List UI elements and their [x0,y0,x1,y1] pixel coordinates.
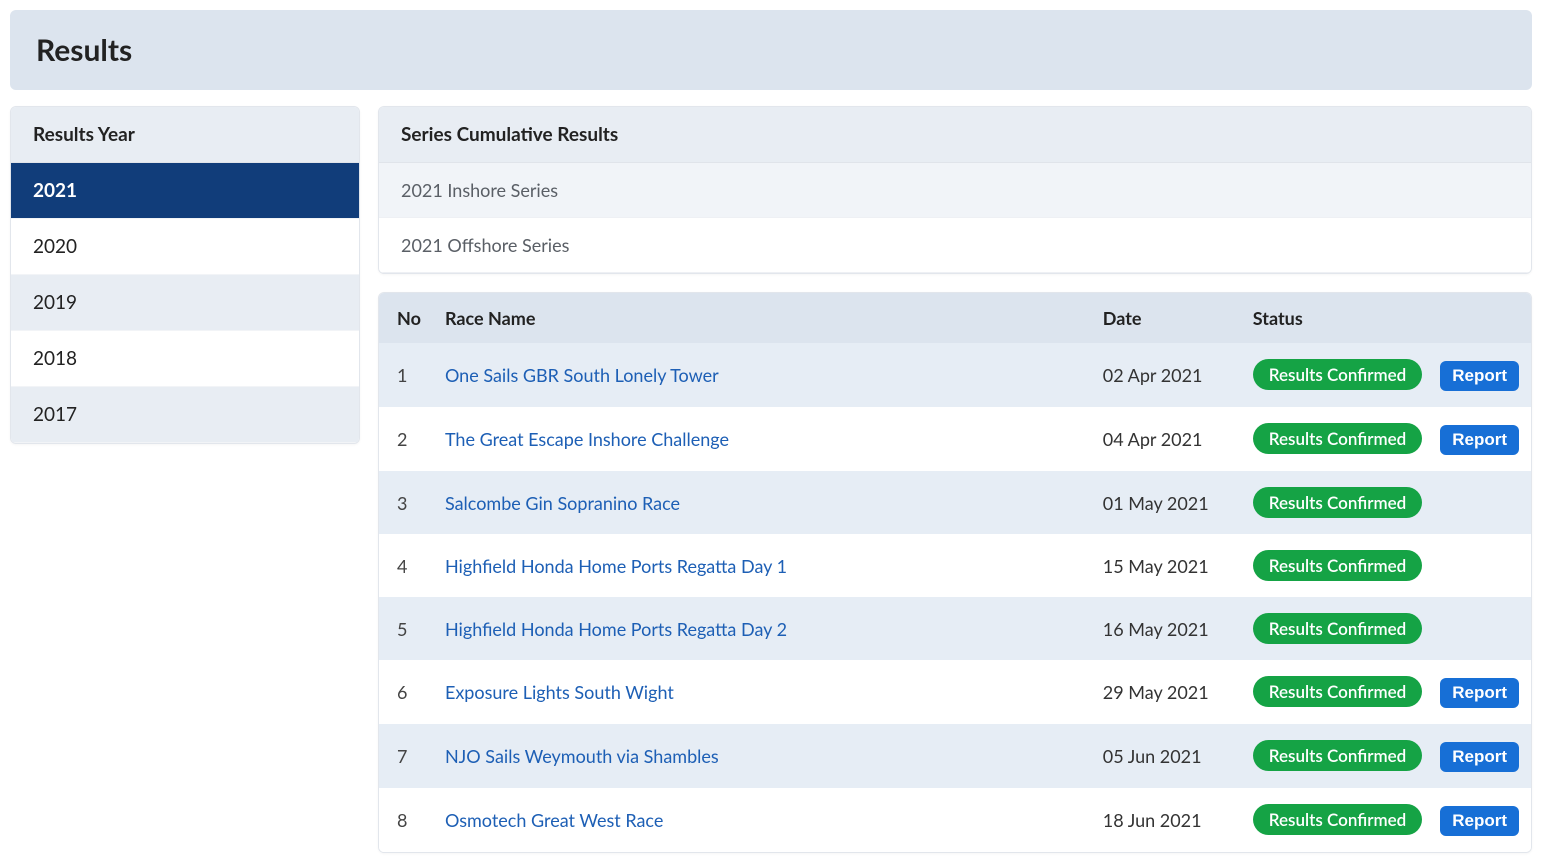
cell-no: 1 [379,343,433,407]
cell-no: 2 [379,407,433,471]
series-item[interactable]: 2021 Inshore Series [379,163,1531,218]
sidebar-year-item[interactable]: 2020 [11,219,359,275]
page-header: Results [10,10,1532,90]
cell-date: 05 Jun 2021 [1091,724,1241,788]
cell-race-name: The Great Escape Inshore Challenge [433,407,1091,471]
report-button[interactable]: Report [1440,742,1519,772]
table-row: 8Osmotech Great West Race18 Jun 2021Resu… [379,788,1531,852]
col-header-no: No [379,293,433,343]
cell-date: 01 May 2021 [1091,471,1241,534]
cell-date: 29 May 2021 [1091,660,1241,724]
table-row: 1 One Sails GBR South Lonely Tower 02 Apr … [379,343,1531,407]
table-header-row: No Race Name Date Status [379,293,1531,343]
cell-no: 6 [379,660,433,724]
cell-no: 3 [379,471,433,534]
year-list: 20212020201920182017 [11,163,359,443]
sidebar-year-item[interactable]: 2021 [11,163,359,219]
cell-race-name: Highfield Honda Home Ports Regatta Day 2 [433,597,1091,660]
cell-status: Results Confirmed Report [1241,407,1531,471]
page-title: Results [36,32,1506,68]
table-row: 4 Highfield Honda Home Ports Regatta Day … [379,534,1531,597]
table-row: 6Exposure Lights South Wight29 May 2021R… [379,660,1531,724]
cell-no: 8 [379,788,433,852]
cell-date: 04 Apr 2021 [1091,407,1241,471]
races-panel: No Race Name Date Status 1 One Sails GBR … [378,292,1532,853]
cell-status: Results Confirmed Report [1241,724,1531,788]
report-button[interactable]: Report [1440,361,1519,391]
series-item[interactable]: 2021 Offshore Series [379,218,1531,273]
race-link[interactable]: Osmotech Great West Race [445,809,663,831]
main-column: Series Cumulative Results 2021 Inshore S… [378,106,1532,853]
series-panel-title: Series Cumulative Results [379,107,1531,163]
status-badge: Results Confirmed [1253,740,1422,771]
results-year-sidebar: Results Year 20212020201920182017 [10,106,360,444]
cell-race-name: Exposure Lights South Wight [433,660,1091,724]
cell-date: 15 May 2021 [1091,534,1241,597]
cell-date: 18 Jun 2021 [1091,788,1241,852]
sidebar-year-item[interactable]: 2018 [11,331,359,387]
table-row: 3 Salcombe Gin Sopranino Race 01 May 2021 R… [379,471,1531,534]
report-button[interactable]: Report [1440,678,1519,708]
race-link[interactable]: Salcombe Gin Sopranino Race [445,492,680,514]
cell-status: Results Confirmed [1241,534,1531,597]
race-link[interactable]: The Great Escape Inshore Challenge [445,428,729,450]
status-badge: Results Confirmed [1253,613,1422,644]
race-link[interactable]: One Sails GBR South Lonely Tower [445,364,719,386]
cell-no: 7 [379,724,433,788]
status-badge: Results Confirmed [1253,423,1422,454]
cell-no: 5 [379,597,433,660]
sidebar-title: Results Year [11,107,359,163]
table-body: 1 One Sails GBR South Lonely Tower 02 Apr … [379,343,1531,852]
col-header-name: Race Name [433,293,1091,343]
sidebar-year-item[interactable]: 2019 [11,275,359,331]
table-row: 2 The Great Escape Inshore Challenge 04 Ap… [379,407,1531,471]
race-link[interactable]: Exposure Lights South Wight [445,681,674,703]
cell-race-name: Salcombe Gin Sopranino Race [433,471,1091,534]
cell-status: Results Confirmed [1241,597,1531,660]
races-table: No Race Name Date Status 1 One Sails GBR … [379,293,1531,852]
main-layout: Results Year 20212020201920182017 Series… [10,106,1532,853]
series-panel: Series Cumulative Results 2021 Inshore S… [378,106,1532,274]
cell-date: 16 May 2021 [1091,597,1241,660]
status-badge: Results Confirmed [1253,804,1422,835]
cell-status: Results Confirmed Report [1241,343,1531,407]
cell-race-name: Osmotech Great West Race [433,788,1091,852]
cell-race-name: NJO Sails Weymouth via Shambles [433,724,1091,788]
status-badge: Results Confirmed [1253,676,1422,707]
report-button[interactable]: Report [1440,806,1519,836]
status-badge: Results Confirmed [1253,550,1422,581]
status-badge: Results Confirmed [1253,487,1422,518]
cell-status: Results Confirmed Report [1241,660,1531,724]
cell-status: Results Confirmed [1241,471,1531,534]
cell-race-name: One Sails GBR South Lonely Tower [433,343,1091,407]
table-row: 5 Highfield Honda Home Ports Regatta Day … [379,597,1531,660]
col-header-status: Status [1241,293,1531,343]
report-button[interactable]: Report [1440,425,1519,455]
sidebar-year-item[interactable]: 2017 [11,387,359,443]
cell-date: 02 Apr 2021 [1091,343,1241,407]
status-badge: Results Confirmed [1253,359,1422,390]
col-header-date: Date [1091,293,1241,343]
race-link[interactable]: Highfield Honda Home Ports Regatta Day 2 [445,618,787,640]
race-link[interactable]: Highfield Honda Home Ports Regatta Day 1 [445,555,787,577]
cell-status: Results Confirmed Report [1241,788,1531,852]
race-link[interactable]: NJO Sails Weymouth via Shambles [445,745,719,767]
cell-race-name: Highfield Honda Home Ports Regatta Day 1 [433,534,1091,597]
series-list: 2021 Inshore Series2021 Offshore Series [379,163,1531,273]
cell-no: 4 [379,534,433,597]
table-row: 7 NJO Sails Weymouth via Shambles 05 Jun 2… [379,724,1531,788]
